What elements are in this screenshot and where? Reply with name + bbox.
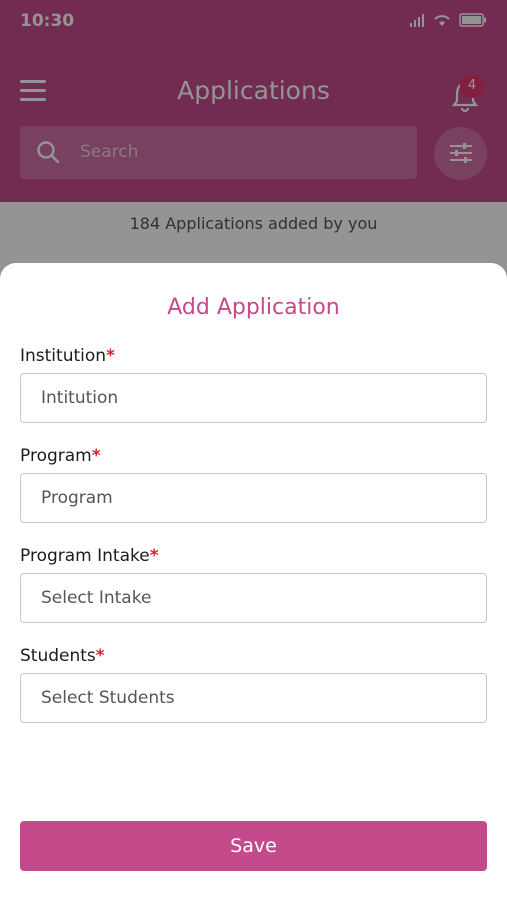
- program-intake-placeholder: Select Intake: [41, 588, 152, 608]
- program-input[interactable]: [20, 473, 487, 523]
- sheet-title: Add Application: [167, 295, 340, 320]
- add-application-sheet: Add Application Institution* Program* Pr…: [0, 263, 507, 900]
- program-label: Program*: [20, 446, 101, 466]
- program-intake-select[interactable]: Select Intake: [20, 573, 487, 623]
- students-select[interactable]: Select Students: [20, 673, 487, 723]
- institution-label: Institution*: [20, 346, 115, 366]
- students-label-text: Students: [20, 646, 96, 666]
- students-label: Students*: [20, 646, 105, 666]
- required-mark: *: [95, 646, 105, 666]
- required-mark: *: [149, 546, 159, 566]
- program-intake-label-text: Program Intake: [20, 546, 150, 566]
- required-mark: *: [106, 346, 115, 366]
- institution-input[interactable]: [20, 373, 487, 423]
- program-intake-label: Program Intake*: [20, 546, 159, 566]
- students-placeholder: Select Students: [41, 688, 175, 708]
- institution-label-text: Institution: [20, 346, 107, 366]
- save-button[interactable]: Save: [20, 821, 487, 871]
- required-mark: *: [91, 446, 101, 466]
- program-label-text: Program: [20, 446, 92, 466]
